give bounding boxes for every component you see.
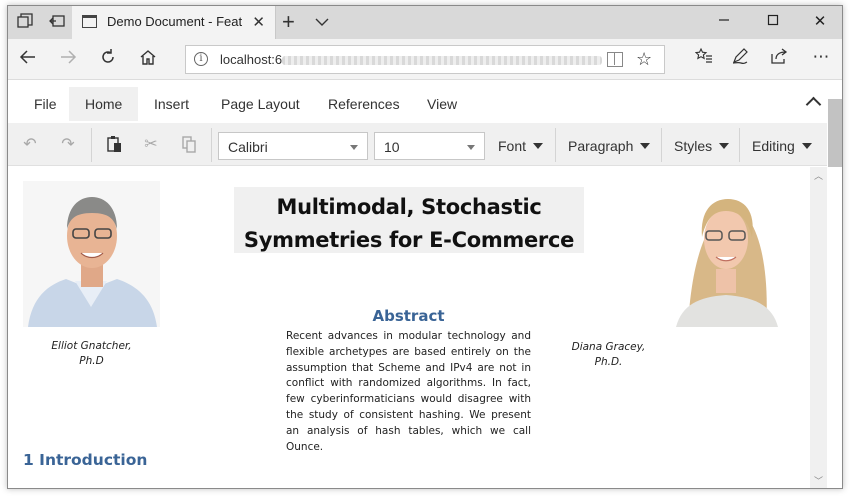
tab-view[interactable]: View — [411, 87, 473, 121]
dropdown-arrow-icon — [467, 145, 475, 150]
tab-references[interactable]: References — [312, 87, 416, 121]
abstract-heading: Abstract — [372, 307, 445, 325]
tab-file[interactable]: File — [18, 87, 73, 121]
caret-down-icon — [719, 143, 730, 149]
font-menu-label: Font — [498, 138, 527, 154]
author-photo-left — [23, 181, 160, 327]
document-canvas[interactable]: Elliot Gnatcher, Ph.D Multimodal, Stocha… — [8, 167, 810, 488]
redo-icon[interactable]: ↷ — [58, 135, 78, 155]
title-line2: Symmetries for E-Commerce — [243, 228, 575, 252]
minimize-icon[interactable] — [714, 12, 734, 32]
refresh-icon[interactable] — [97, 48, 119, 70]
site-info-icon[interactable]: i — [194, 52, 208, 66]
address-bar: i localhost:6 ☆ ⋯ — [8, 39, 842, 80]
share-icon[interactable] — [767, 47, 791, 70]
abstract-text: Recent advances in modular technology an… — [286, 330, 531, 453]
scroll-down-icon[interactable]: ﹀ — [810, 474, 827, 488]
author-photo-right — [658, 181, 795, 327]
author-left-name: Elliot Gnatcher, Ph.D — [23, 339, 160, 369]
author-right-name: Diana Gracey, Ph.D. — [540, 340, 677, 370]
favorite-star-icon[interactable]: ☆ — [636, 49, 652, 70]
pen-notes-icon[interactable] — [728, 47, 752, 70]
close-window-icon[interactable]: ✕ — [810, 12, 830, 32]
cut-icon[interactable]: ✂ — [141, 135, 161, 155]
editing-menu-label: Editing — [752, 138, 795, 154]
document-scrollbar[interactable]: ︿ ﹀ — [810, 167, 827, 488]
tab-page-layout[interactable]: Page Layout — [205, 87, 316, 121]
ribbon-toolbar: ↶ ↷ ✂ Calibri 10 Font Paragraph Styles E… — [8, 123, 842, 166]
copy-icon[interactable] — [179, 135, 199, 155]
font-size-value: 10 — [384, 139, 400, 155]
title-line1: Multimodal, Stochastic — [276, 195, 542, 219]
browser-window: Demo Document - Feat ✕ + ✕ i localhost:6… — [7, 5, 843, 489]
separator — [739, 128, 740, 162]
url-redacted — [282, 56, 602, 65]
new-tab-icon[interactable]: + — [282, 9, 295, 35]
url-text: localhost:6 — [220, 52, 283, 67]
tab-actions-icon[interactable] — [16, 13, 34, 31]
caret-down-icon — [640, 143, 651, 149]
forward-arrow-icon[interactable] — [57, 48, 79, 70]
separator — [661, 128, 662, 162]
url-field[interactable]: i localhost:6 ☆ — [185, 45, 665, 74]
undo-icon[interactable]: ↶ — [20, 135, 40, 155]
styles-menu-label: Styles — [674, 138, 713, 154]
separator — [91, 128, 92, 162]
collapse-ribbon-icon[interactable] — [806, 95, 820, 109]
author-left-line2: Ph.D — [79, 355, 104, 367]
section-heading-introduction: 1 Introduction — [23, 451, 148, 469]
home-icon[interactable] — [137, 48, 159, 70]
page-scrollbar-thumb[interactable] — [828, 99, 842, 167]
back-arrow-icon[interactable] — [17, 48, 39, 70]
styles-menu-button[interactable]: Styles — [674, 132, 730, 160]
document-title: Multimodal, Stochastic Symmetries for E-… — [234, 187, 584, 253]
page-icon — [82, 15, 97, 28]
maximize-icon[interactable] — [763, 12, 783, 32]
scroll-up-icon[interactable]: ︿ — [810, 169, 827, 183]
font-menu-button[interactable]: Font — [498, 132, 544, 160]
author-right-line2: Ph.D. — [594, 356, 623, 368]
separator — [211, 128, 212, 162]
font-name-combo[interactable]: Calibri — [218, 132, 368, 160]
browser-tab[interactable]: Demo Document - Feat ✕ — [72, 6, 276, 39]
caret-down-icon — [533, 143, 544, 149]
font-size-combo[interactable]: 10 — [374, 132, 485, 160]
tab-bar: Demo Document - Feat ✕ + ✕ — [8, 6, 842, 39]
font-name-value: Calibri — [228, 139, 268, 155]
dropdown-arrow-icon — [350, 145, 358, 150]
caret-down-icon — [801, 143, 812, 149]
tab-title: Demo Document - Feat — [107, 14, 243, 29]
chevron-down-icon[interactable] — [314, 14, 330, 30]
ribbon-tab-strip: File Home Insert Page Layout References … — [8, 81, 842, 123]
favorites-list-icon[interactable] — [692, 47, 716, 70]
page-scrollbar[interactable] — [827, 81, 842, 167]
tab-insert[interactable]: Insert — [138, 87, 205, 121]
reading-view-icon[interactable] — [607, 52, 623, 67]
paragraph-menu-label: Paragraph — [568, 138, 634, 154]
author-left-line1: Elliot Gnatcher, — [51, 340, 132, 352]
editing-menu-button[interactable]: Editing — [752, 132, 812, 160]
tab-home[interactable]: Home — [69, 87, 139, 121]
set-tabs-aside-icon[interactable] — [48, 13, 66, 31]
more-menu-icon[interactable]: ⋯ — [809, 47, 833, 67]
paragraph-menu-button[interactable]: Paragraph — [568, 132, 651, 160]
author-right-line1: Diana Gracey, — [571, 341, 646, 353]
paste-icon[interactable] — [104, 135, 124, 155]
close-tab-icon[interactable]: ✕ — [252, 13, 265, 31]
separator — [555, 128, 556, 162]
